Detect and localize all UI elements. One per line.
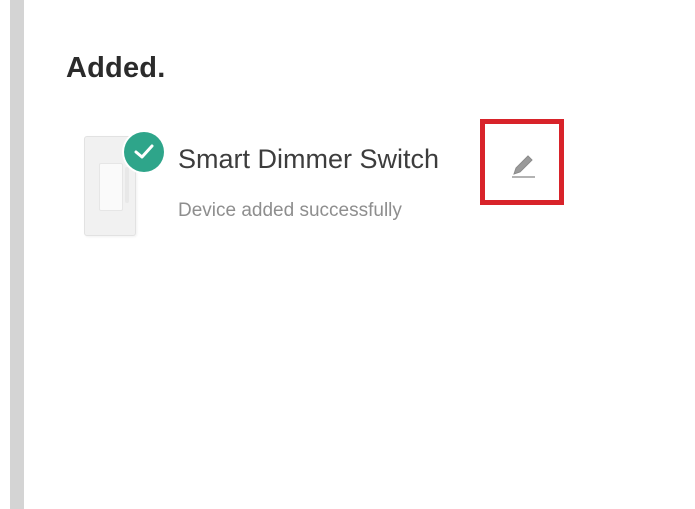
section-title: Added. [66, 52, 166, 84]
switch-slider [125, 167, 129, 203]
device-status: Device added successfully [178, 200, 402, 221]
edit-name-button[interactable] [482, 128, 564, 202]
device-list-item[interactable]: Smart Dimmer Switch Device added success… [82, 128, 582, 240]
switch-rocker [99, 163, 123, 211]
check-mark-glyph [134, 144, 154, 159]
screen: Added. Smart Dimmer Switch Device added … [0, 0, 695, 509]
left-edge-bar [10, 0, 24, 509]
check-icon [124, 132, 164, 172]
device-name: Smart Dimmer Switch [178, 144, 440, 174]
pencil-icon [512, 155, 535, 178]
